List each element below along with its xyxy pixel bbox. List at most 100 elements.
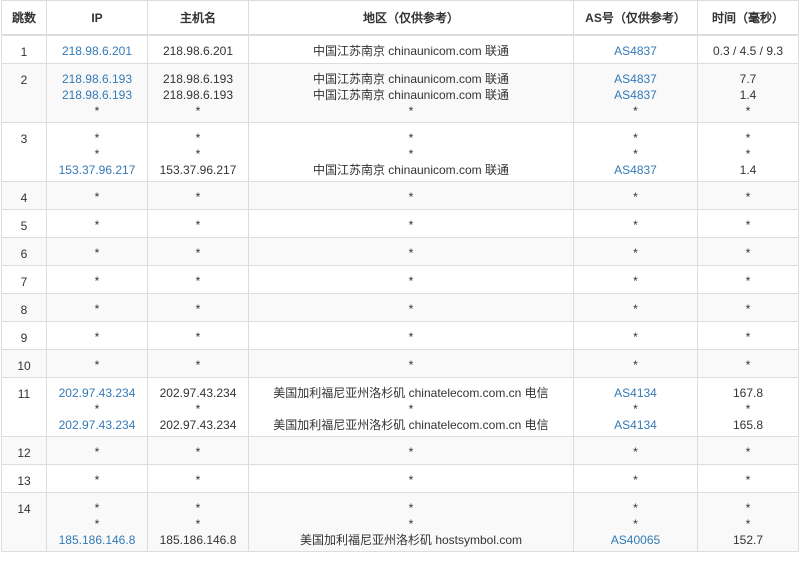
as-value: * [633,190,638,204]
time-value: * [745,104,751,118]
time-value: * [745,501,751,515]
region-value: 美国加利福尼亚州洛杉矶 hostsymbol.com [299,533,523,547]
ip-cell: * [46,293,148,322]
host-cell: 218.98.6.201 [147,34,249,64]
hop-number: 9 [20,331,28,345]
traceroute-table: 跳数 IP 主机名 地区（仅供参考） AS号（仅供参考） 时间（毫秒） 1 218… [1,0,799,552]
region-cell: * * 中国江苏南京 chinaunicom.com 联通 [248,122,574,182]
as-cell: * [573,349,698,378]
hop-number: 10 [17,359,31,373]
hop-number: 12 [17,446,31,460]
ip-value: * [94,147,100,161]
as-value: * [633,104,638,118]
header-host: 主机名 [147,0,249,36]
region-cell: 中国江苏南京 chinaunicom.com 联通 中国江苏南京 chinauni… [248,63,574,123]
ip-value: * [94,131,100,145]
header-time: 时间（毫秒） [697,0,799,36]
host-value: * [195,358,201,372]
ip-value: * [94,330,100,344]
time-cell: * [697,237,799,266]
as-cell: * [573,237,698,266]
as-cell: AS4837 AS4837 * [573,63,698,123]
time-cell: 167.8 * 165.8 [697,377,799,437]
as-link[interactable]: AS4134 [574,417,697,433]
as-link[interactable]: AS40065 [574,532,697,548]
table-row: 10 * * * * * [1,349,799,378]
host-value: * [195,274,201,288]
hop-cell: 13 [1,464,47,493]
time-cell: * [697,209,799,238]
ip-value: * [94,190,100,204]
ip-link[interactable]: 218.98.6.193 [47,87,147,103]
ip-value: * [94,274,100,288]
time-value: 1.4 [739,88,757,102]
ip-cell: 218.98.6.193 218.98.6.193 * [46,63,148,123]
hop-number: 11 [17,387,31,401]
hop-number: 8 [20,303,28,317]
as-link[interactable]: AS4837 [574,87,697,103]
region-value: * [408,473,414,487]
hop-cell: 10 [1,349,47,378]
as-value: * [633,517,638,531]
host-value: 202.97.43.234 [159,418,237,432]
region-value: * [408,402,414,416]
region-value: * [408,104,414,118]
as-link[interactable]: AS4837 [574,43,697,59]
ip-link[interactable]: 218.98.6.201 [47,43,147,59]
ip-link[interactable]: 202.97.43.234 [47,385,147,401]
ip-value: * [94,445,100,459]
time-value: * [745,517,751,531]
ip-cell: 218.98.6.201 [46,34,148,64]
as-cell: * [573,436,698,465]
region-value: * [408,358,414,372]
region-cell: * [248,464,574,493]
host-value: * [195,190,201,204]
ip-cell: 202.97.43.234 * 202.97.43.234 [46,377,148,437]
host-value: * [195,473,201,487]
ip-value: * [94,246,100,260]
region-cell: 美国加利福尼亚州洛杉矶 chinatelecom.com.cn 电信 * 美国加利福… [248,377,574,437]
region-value: * [408,445,414,459]
region-value: * [408,218,414,232]
as-value: * [633,358,638,372]
as-link[interactable]: AS4837 [574,162,697,178]
host-cell: 202.97.43.234 * 202.97.43.234 [147,377,249,437]
ip-cell: * [46,436,148,465]
as-value: * [633,218,638,232]
ip-value: * [94,218,100,232]
table-row: 11 202.97.43.234 * 202.97.43.234 202.97.43.2… [1,377,799,437]
host-cell: * [147,464,249,493]
host-value: * [195,218,201,232]
as-link[interactable]: AS4837 [574,71,697,87]
region-value: * [408,190,414,204]
time-value: * [745,330,751,344]
ip-value: * [94,358,100,372]
time-value: * [745,246,751,260]
time-value: 0.3 / 4.5 / 9.3 [712,44,784,58]
region-cell: * [248,209,574,238]
as-cell: * [573,321,698,350]
host-value: 153.37.96.217 [159,163,237,177]
ip-cell: * [46,181,148,210]
ip-link[interactable]: 185.186.146.8 [47,532,147,548]
as-cell: * * AS4837 [573,122,698,182]
host-value: 218.98.6.193 [162,72,234,86]
ip-value: * [94,501,100,515]
as-link[interactable]: AS4134 [574,385,697,401]
time-cell: * [697,321,799,350]
host-cell: * * 185.186.146.8 [147,492,249,552]
table-row: 1 218.98.6.201 218.98.6.201 中国江苏南京 chinauni… [1,34,799,64]
ip-link[interactable]: 202.97.43.234 [47,417,147,433]
host-cell: * [147,321,249,350]
host-cell: * [147,265,249,294]
ip-link[interactable]: 153.37.96.217 [47,162,147,178]
as-value: * [633,246,638,260]
ip-cell: * * 153.37.96.217 [46,122,148,182]
ip-link[interactable]: 218.98.6.193 [47,71,147,87]
time-value: * [745,473,751,487]
as-cell: * [573,464,698,493]
time-value: 165.8 [732,418,764,432]
time-cell: * [697,464,799,493]
region-value: 中国江苏南京 chinaunicom.com 联通 [312,44,510,58]
ip-cell: * [46,237,148,266]
